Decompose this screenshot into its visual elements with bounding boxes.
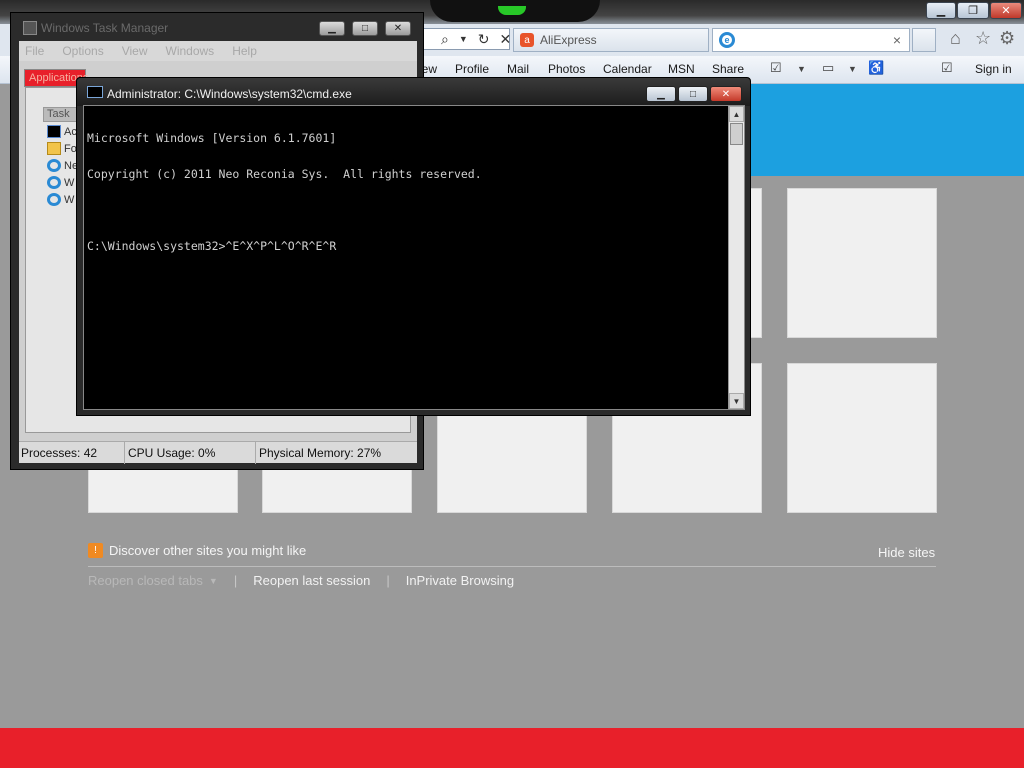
folder-app-icon (47, 142, 61, 155)
chevron-down-icon[interactable]: ▼ (797, 64, 806, 74)
favorites-star-icon[interactable]: ☆ (975, 28, 991, 49)
cmd-maximize-button[interactable]: □ (678, 86, 708, 102)
console-line: Copyright (c) 2011 Neo Reconia Sys. All … (87, 167, 482, 181)
discover-text: Discover other sites you might like (109, 543, 307, 558)
cmd-console[interactable]: Microsoft Windows [Version 6.1.7601] Cop… (83, 105, 745, 410)
ie-tab-aliexpress[interactable]: a AliExpress (513, 28, 709, 52)
task-list-item[interactable]: W (47, 176, 74, 189)
task-label: Ac (64, 125, 77, 138)
reopen-links: Reopen closed tabs ▼ | Reopen last sessi… (88, 573, 514, 588)
inprivate-browsing-link[interactable]: InPrivate Browsing (406, 573, 514, 588)
ie-address-bar[interactable]: ⌕ ▼ ↻ ✕ (420, 28, 512, 50)
close-tab-icon[interactable]: × (893, 32, 901, 48)
ie-tab-new[interactable]: e × (712, 28, 910, 52)
task-manager-title: Windows Task Manager (41, 21, 169, 35)
home-icon[interactable]: ⌂ (950, 28, 961, 49)
console-prompt-line[interactable]: C:\Windows\system32>^E^X^P^L^O^R^E^R (87, 240, 482, 252)
ie-app-icon (47, 193, 61, 206)
cmd-icon (87, 86, 103, 98)
cmd-title: Administrator: C:\Windows\system32\cmd.e… (107, 87, 352, 101)
scroll-up-arrow-icon[interactable]: ▲ (729, 106, 744, 122)
menu-help[interactable]: Help (232, 44, 257, 58)
task-list-item[interactable]: Ac (47, 125, 77, 138)
menu-file[interactable]: File (25, 44, 44, 58)
site-tile[interactable] (437, 413, 587, 513)
task-list-item[interactable]: Ne (47, 159, 78, 172)
console-line: Microsoft Windows [Version 6.1.7601] (87, 131, 337, 145)
new-tab-button[interactable] (912, 28, 936, 52)
tm-menu-bar: File Options View Windows Help (19, 41, 417, 61)
accessibility-icon[interactable]: ♿ (868, 60, 884, 76)
site-tile[interactable] (787, 363, 937, 513)
cmd-title-bar[interactable]: Administrator: C:\Windows\system32\cmd.e… (77, 78, 750, 106)
taskbar-red-bar (0, 728, 1024, 768)
sign-in-link[interactable]: Sign in (975, 62, 1012, 76)
ie-restore-button[interactable]: ❐ (957, 2, 989, 19)
scroll-thumb[interactable] (730, 123, 743, 145)
ie-link-calendar[interactable]: Calendar (603, 62, 652, 76)
cpu-usage: CPU Usage: 0% (128, 446, 216, 460)
task-list-item[interactable]: Fo (47, 142, 77, 155)
separator: | (233, 573, 238, 588)
lightbulb-icon: ! (88, 543, 103, 558)
task-label: Fo (64, 142, 77, 155)
ie-link-profile[interactable]: Profile (455, 62, 489, 76)
task-list-item[interactable]: W (47, 193, 74, 206)
chevron-down-icon[interactable]: ▼ (459, 34, 468, 44)
site-tile[interactable] (787, 188, 937, 338)
menu-view[interactable]: View (122, 44, 148, 58)
ie-link-share[interactable]: Share (712, 62, 744, 76)
status-divider (124, 442, 125, 464)
window-glow-indicator (498, 6, 526, 15)
chevron-down-icon[interactable]: ▼ (848, 64, 857, 74)
hide-sites-link[interactable]: Hide sites (878, 545, 935, 560)
chevron-down-icon[interactable]: ▼ (209, 576, 218, 586)
ie-link-msn[interactable]: MSN (668, 62, 695, 76)
menu-options[interactable]: Options (62, 44, 103, 58)
refresh-icon[interactable]: ↻ (478, 31, 490, 48)
search-icon[interactable]: ⌕ (441, 31, 449, 48)
status-divider (255, 442, 256, 464)
tools-gear-icon[interactable]: ⚙ (999, 28, 1015, 49)
tm-status-bar: Processes: 42 CPU Usage: 0% Physical Mem… (19, 441, 417, 464)
console-output: Microsoft Windows [Version 6.1.7601] Cop… (87, 108, 482, 276)
divider (88, 566, 936, 567)
ie-link-mail[interactable]: Mail (507, 62, 529, 76)
physical-memory: Physical Memory: 27% (259, 446, 382, 460)
ie-tab-label: AliExpress (540, 33, 597, 47)
ie-minimize-button[interactable]: ▁ (926, 2, 956, 19)
ie-close-button[interactable]: ✕ (990, 2, 1022, 19)
reopen-last-session-link[interactable]: Reopen last session (253, 573, 370, 588)
scroll-down-arrow-icon[interactable]: ▼ (729, 393, 744, 409)
cmd-close-button[interactable]: ✕ (710, 86, 742, 102)
site-tile[interactable] (262, 463, 412, 513)
task-label: W (64, 193, 75, 206)
page-icon[interactable]: ▭ (822, 60, 834, 76)
stop-icon[interactable]: ✕ (500, 31, 512, 48)
ie-icon: e (719, 32, 735, 48)
cmd-window[interactable]: Administrator: C:\Windows\system32\cmd.e… (76, 77, 751, 416)
rss-feed-icon[interactable]: ☑ (770, 60, 782, 76)
tm-close-button[interactable]: ✕ (385, 21, 411, 36)
tm-minimize-button[interactable]: ▁ (319, 21, 345, 36)
ie-app-icon (47, 176, 61, 189)
separator: | (386, 573, 390, 588)
cmd-scrollbar[interactable]: ▲ ▼ (728, 106, 744, 409)
menu-windows[interactable]: Windows (166, 44, 215, 58)
ie-app-icon (47, 159, 61, 172)
cmd-app-icon (47, 125, 61, 138)
tm-maximize-button[interactable]: □ (352, 21, 378, 36)
ie-link-photos[interactable]: Photos (548, 62, 585, 76)
checkbox-icon[interactable]: ☑ (941, 60, 953, 76)
aliexpress-icon: a (520, 33, 534, 47)
site-tile[interactable] (88, 463, 238, 513)
task-label: W (64, 176, 75, 189)
cmd-minimize-button[interactable]: ▁ (646, 86, 676, 102)
reopen-closed-tabs-link[interactable]: Reopen closed tabs (88, 573, 203, 588)
discover-sites-link[interactable]: ! Discover other sites you might like (88, 543, 306, 558)
processes-count: Processes: 42 (21, 446, 98, 460)
task-manager-icon (23, 21, 37, 35)
task-column-header[interactable]: Task (43, 107, 77, 122)
